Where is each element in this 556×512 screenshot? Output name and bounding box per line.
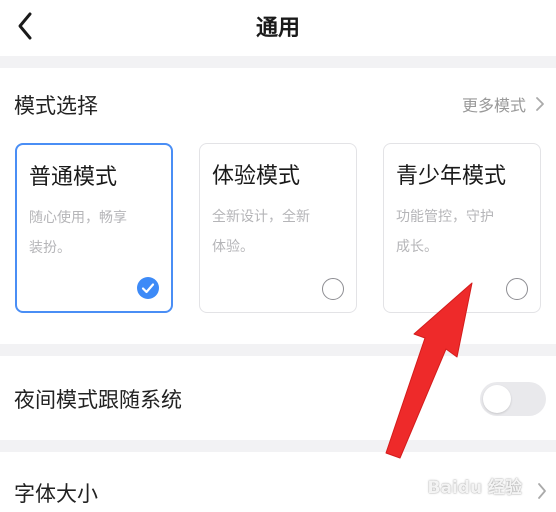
header-bar: 通用 — [0, 0, 556, 56]
mode-card-desc-line: 装扮。 — [29, 240, 71, 256]
mode-section-title: 模式选择 — [14, 94, 98, 118]
mode-card-description: 功能管控，守护 成长。 — [396, 202, 530, 262]
mode-card-description: 随心使用，畅享 装扮。 — [29, 203, 163, 263]
mode-selection-section: 模式选择 更多模式 普通模式 随心使用，畅享 装扮。 体验模式 全新设计，全新 … — [0, 68, 556, 344]
mode-card-desc-line: 随心使用，畅享 — [29, 210, 127, 226]
night-mode-label: 夜间模式跟随系统 — [14, 388, 182, 412]
mode-card-desc-line: 功能管控，守护 — [396, 209, 494, 225]
mode-card-title: 普通模式 — [29, 165, 118, 190]
mode-card-desc-line: 全新设计，全新 — [212, 209, 310, 225]
more-modes-label: 更多模式 — [461, 96, 526, 115]
chevron-right-icon — [538, 483, 546, 499]
mode-card-experience[interactable]: 体验模式 全新设计，全新 体验。 — [199, 143, 357, 313]
mode-card-description: 全新设计，全新 体验。 — [212, 202, 346, 262]
page-title: 通用 — [255, 16, 300, 41]
night-mode-row: 夜间模式跟随系统 — [0, 356, 556, 440]
toggle-knob — [483, 385, 511, 413]
mode-radio-checked[interactable] — [137, 277, 159, 299]
mode-card-title: 体验模式 — [212, 164, 301, 189]
night-mode-toggle[interactable] — [480, 382, 546, 416]
settings-screen: 通用 模式选择 更多模式 普通模式 随心使用，畅享 装扮。 体验模式 全新设计，… — [0, 0, 556, 512]
mode-radio[interactable] — [506, 278, 528, 300]
more-modes-link[interactable]: 更多模式 — [462, 92, 546, 116]
mode-radio[interactable] — [322, 278, 344, 300]
checkmark-icon — [141, 283, 155, 294]
font-size-label: 字体大小 — [14, 482, 98, 506]
mode-card-normal[interactable]: 普通模式 随心使用，畅享 装扮。 — [15, 143, 173, 313]
mode-card-teen[interactable]: 青少年模式 功能管控，守护 成长。 — [383, 143, 541, 313]
mode-card-desc-line: 体验。 — [212, 239, 254, 255]
mode-card-desc-line: 成长。 — [396, 239, 438, 255]
mode-card-title: 青少年模式 — [396, 164, 507, 189]
chevron-right-icon — [536, 97, 544, 111]
baidu-watermark: Baidu 经验 — [427, 478, 522, 498]
